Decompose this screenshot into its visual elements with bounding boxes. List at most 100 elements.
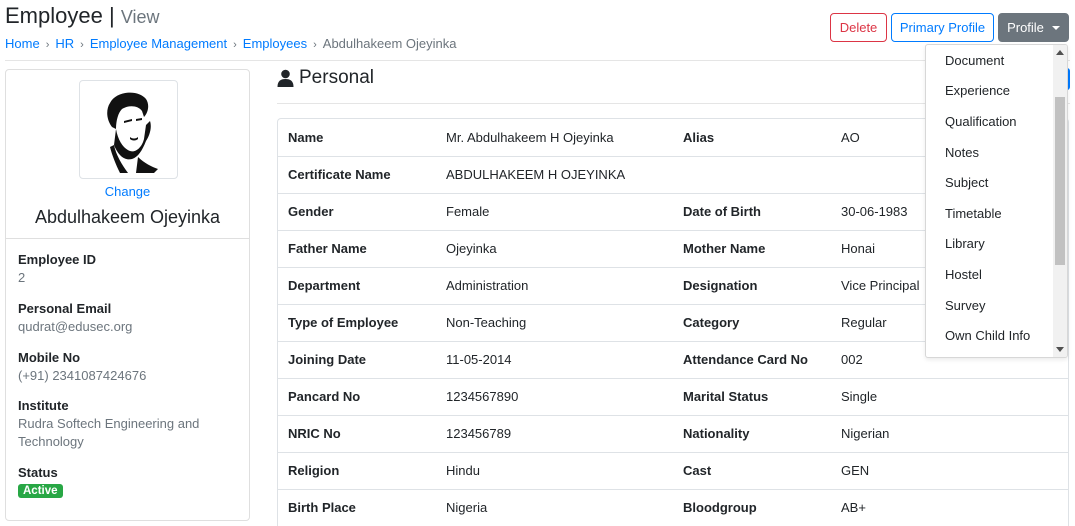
field-label: Category — [673, 303, 831, 341]
field-label: Mobile No — [18, 350, 81, 365]
field-value: Mr. Abdulhakeem H Ojeyinka — [446, 129, 614, 145]
menu-item-timetable[interactable]: Timetable — [945, 206, 1002, 221]
field-value: Non-Teaching — [436, 303, 673, 341]
breadcrumb: Home › HR › Employee Management › Employees › Ab… — [5, 36, 456, 51]
field-value: 123456789 — [436, 414, 673, 452]
breadcrumb-current: Abdulhakeem Ojeyinka — [322, 36, 457, 51]
field-value: Nigeria — [436, 488, 673, 526]
breadcrumb-hr[interactable]: HR — [55, 36, 74, 51]
scrollbar-thumb[interactable] — [1055, 97, 1065, 265]
profile-dropdown-button[interactable]: Profile — [998, 13, 1069, 42]
card-divider — [6, 238, 249, 239]
user-icon — [277, 69, 294, 87]
field-label: Institute — [18, 398, 69, 413]
field-value: GEN — [831, 451, 1068, 489]
field-value: Nigerian — [831, 414, 1068, 452]
page-subtitle: View — [120, 7, 160, 27]
field-label: Joining Date — [278, 340, 436, 378]
menu-item-hostel[interactable]: Hostel — [945, 267, 982, 282]
institute-field: Institute Rudra Softech Engineering and … — [18, 397, 243, 451]
menu-item-library[interactable]: Library — [945, 236, 985, 251]
field-value: Female — [436, 192, 673, 230]
menu-item-own-child-info[interactable]: Own Child Info — [945, 328, 1030, 343]
title-separator: | — [108, 3, 115, 28]
field-label: Attendance Card No — [673, 340, 831, 378]
breadcrumb-home[interactable]: Home — [5, 36, 40, 51]
change-photo-link[interactable]: Change — [6, 184, 249, 199]
profile-card: Change Abdulhakeem Ojeyinka Employee ID … — [5, 69, 250, 521]
profile-dropdown-menu: Document Experience Qualification Notes … — [925, 44, 1068, 358]
details-row: NRIC No 123456789 Nationality Nigerian — [278, 414, 1068, 452]
field-label: Cast — [673, 451, 831, 489]
field-label: Gender — [278, 192, 436, 230]
field-label: Date of Birth — [673, 192, 831, 230]
field-label: Nationality — [673, 414, 831, 452]
field-value: 11-05-2014 — [436, 340, 673, 378]
menu-item-document[interactable]: Document — [945, 53, 1004, 68]
menu-item-experience[interactable]: Experience — [945, 83, 1010, 98]
page-title-main: Employee — [5, 3, 103, 28]
field-value: (+91) 2341087424676 — [18, 368, 147, 383]
field-label: Type of Employee — [278, 303, 436, 341]
field-label: Employee ID — [18, 252, 97, 267]
avatar-portrait-icon — [107, 92, 158, 173]
field-label: Marital Status — [673, 377, 831, 415]
field-value: AB+ — [831, 488, 1068, 526]
scroll-down-arrow-icon[interactable] — [1056, 347, 1064, 352]
employee-id-field: Employee ID 2 — [18, 251, 243, 287]
caret-down-icon — [1051, 25, 1060, 30]
avatar[interactable] — [79, 80, 178, 179]
personal-email-field: Personal Email qudrat@edusec.org — [18, 300, 243, 336]
details-row: Religion Hindu Cast GEN — [278, 451, 1068, 489]
details-row: Birth Place Nigeria Bloodgroup AB+ — [278, 488, 1068, 526]
field-value: Single — [831, 377, 1068, 415]
field-label: Department — [278, 266, 436, 304]
breadcrumb-separator: › — [80, 39, 84, 51]
section-title: Personal — [299, 67, 374, 88]
primary-profile-button[interactable]: Primary Profile — [891, 13, 994, 42]
field-label: Designation — [673, 266, 831, 304]
field-value: Administration — [436, 266, 673, 304]
field-label: Name — [288, 129, 324, 145]
field-label: Father Name — [278, 229, 436, 267]
field-value: Hindu — [436, 451, 673, 489]
breadcrumb-separator: › — [45, 39, 50, 51]
field-label — [673, 155, 831, 193]
status-badge: Active — [18, 484, 63, 498]
profile-button-label: Profile — [1007, 20, 1044, 35]
mobile-no-field: Mobile No (+91) 2341087424676 — [18, 349, 243, 385]
field-value: 2 — [18, 270, 26, 285]
delete-button[interactable]: Delete — [830, 13, 887, 42]
breadcrumb-employees[interactable]: Employees — [243, 36, 307, 51]
field-label: Religion — [278, 451, 436, 489]
field-label: Pancard No — [278, 377, 436, 415]
section-heading: Personal — [277, 67, 374, 89]
field-label: Birth Place — [278, 488, 436, 526]
employee-name: Abdulhakeem Ojeyinka — [34, 207, 221, 227]
status-field: Status Active — [18, 464, 243, 498]
scroll-up-arrow-icon[interactable] — [1056, 50, 1064, 55]
field-value: ABDULHAKEEM H OJEYINKA — [436, 155, 673, 193]
breadcrumb-separator: › — [313, 39, 317, 51]
page-title: Employee | View — [5, 3, 160, 29]
field-value: 1234567890 — [436, 377, 673, 415]
menu-scrollbar[interactable] — [1053, 45, 1067, 357]
field-label: Personal Email — [18, 301, 112, 316]
field-label: Bloodgroup — [673, 488, 831, 526]
field-value: Rudra Softech Engineering and Technology — [18, 416, 200, 449]
menu-item-qualification[interactable]: Qualification — [945, 114, 1017, 129]
field-value: Ojeyinka — [436, 229, 673, 267]
details-row: Pancard No 1234567890 Marital Status Single — [278, 377, 1068, 415]
field-label: Certificate Name — [278, 155, 436, 193]
field-label: NRIC No — [278, 414, 436, 452]
status-label: Status — [18, 465, 58, 480]
menu-item-survey[interactable]: Survey — [945, 298, 985, 313]
breadcrumb-separator: › — [233, 39, 237, 51]
header-divider — [5, 60, 1070, 61]
field-label: Alias — [683, 129, 715, 145]
field-label: Mother Name — [673, 229, 831, 267]
menu-item-subject[interactable]: Subject — [945, 175, 988, 190]
breadcrumb-employee-management[interactable]: Employee Management — [90, 36, 227, 51]
field-value: qudrat@edusec.org — [18, 319, 133, 334]
menu-item-notes[interactable]: Notes — [945, 145, 979, 160]
